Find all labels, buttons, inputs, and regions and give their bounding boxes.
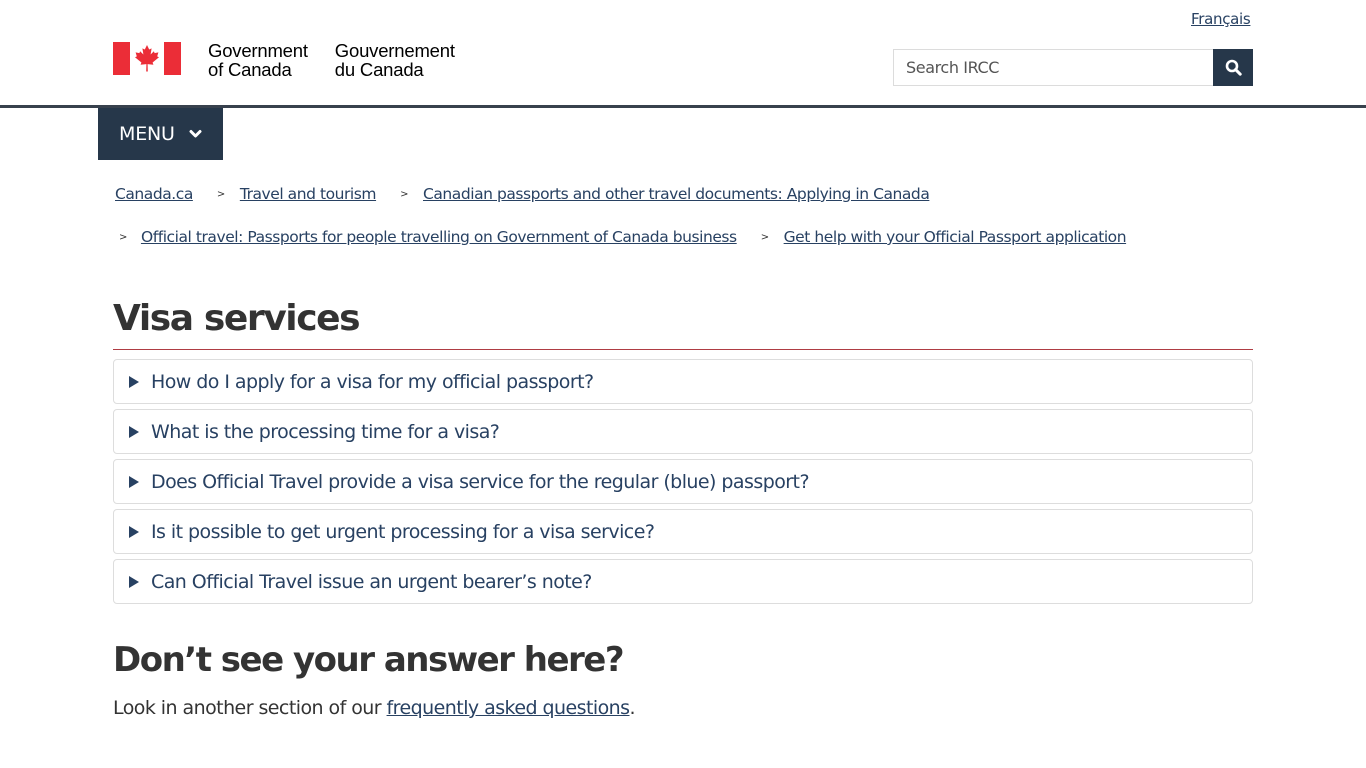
paragraph-text: Look in another section of our (113, 697, 387, 719)
wordmark-french: Gouvernement du Canada (335, 41, 455, 79)
faq-link[interactable]: frequently asked questions (387, 697, 631, 719)
faq-question: What is the processing time for a visa? (151, 420, 500, 443)
triangle-right-icon (129, 375, 139, 388)
title-underline (113, 349, 1253, 350)
faq-question: How do I apply for a visa for my officia… (151, 370, 594, 393)
breadcrumb-get-help[interactable]: Get help with your Official Passport app… (784, 228, 1127, 246)
triangle-right-icon (129, 475, 139, 488)
faq-item-urgent-processing[interactable]: Is it possible to get urgent processing … (113, 509, 1253, 554)
wordmark-en-line2: of Canada (208, 59, 292, 80)
breadcrumb: Canada.ca > Travel and tourism > Canadia… (115, 183, 1255, 248)
triangle-right-icon (129, 425, 139, 438)
breadcrumb-official-travel[interactable]: Official travel: Passports for people tr… (141, 228, 737, 246)
menu-label: MENU (119, 123, 175, 145)
faq-item-bearers-note[interactable]: Can Official Travel issue an urgent bear… (113, 559, 1253, 604)
breadcrumb-canadian-passports[interactable]: Canadian passports and other travel docu… (423, 185, 930, 203)
paragraph-period: . (629, 697, 636, 719)
search-input[interactable] (893, 49, 1213, 86)
faq-question: Is it possible to get urgent processing … (151, 520, 655, 543)
faq-item-blue-passport[interactable]: Does Official Travel provide a visa serv… (113, 459, 1253, 504)
section-heading: Don’t see your answer here? (113, 640, 625, 680)
help-paragraph: Look in another section of our frequentl… (113, 697, 636, 719)
breadcrumb-canada-ca[interactable]: Canada.ca (115, 185, 193, 203)
breadcrumb-travel-and-tourism[interactable]: Travel and tourism (240, 185, 377, 203)
chevron-down-icon (189, 129, 202, 139)
faq-question: Does Official Travel provide a visa serv… (151, 470, 810, 493)
faq-list: How do I apply for a visa for my officia… (113, 359, 1253, 609)
breadcrumb-separator: > (119, 231, 127, 243)
government-of-canada-logo[interactable]: Government of Canada Gouvernement du Can… (113, 41, 455, 79)
wordmark-fr-line2: du Canada (334, 59, 424, 80)
faq-item-apply-visa[interactable]: How do I apply for a visa for my officia… (113, 359, 1253, 404)
page-title: Visa services (113, 298, 361, 339)
wordmark-fr-line1: Gouvernement (334, 40, 455, 61)
search-form (893, 49, 1253, 86)
wordmark-en-line1: Government (208, 40, 308, 61)
language-toggle-link[interactable]: Français (1191, 10, 1251, 28)
menu-button[interactable]: MENU (98, 108, 223, 160)
canada-flag-icon (113, 42, 181, 75)
breadcrumb-separator: > (760, 231, 769, 243)
search-icon (1225, 59, 1242, 76)
triangle-right-icon (129, 575, 139, 588)
search-button[interactable] (1213, 49, 1253, 86)
breadcrumb-separator: > (216, 188, 225, 200)
faq-question: Can Official Travel issue an urgent bear… (151, 570, 592, 593)
faq-item-processing-time[interactable]: What is the processing time for a visa? (113, 409, 1253, 454)
wordmark-english: Government of Canada (208, 41, 308, 79)
breadcrumb-separator: > (400, 188, 408, 200)
triangle-right-icon (129, 525, 139, 538)
